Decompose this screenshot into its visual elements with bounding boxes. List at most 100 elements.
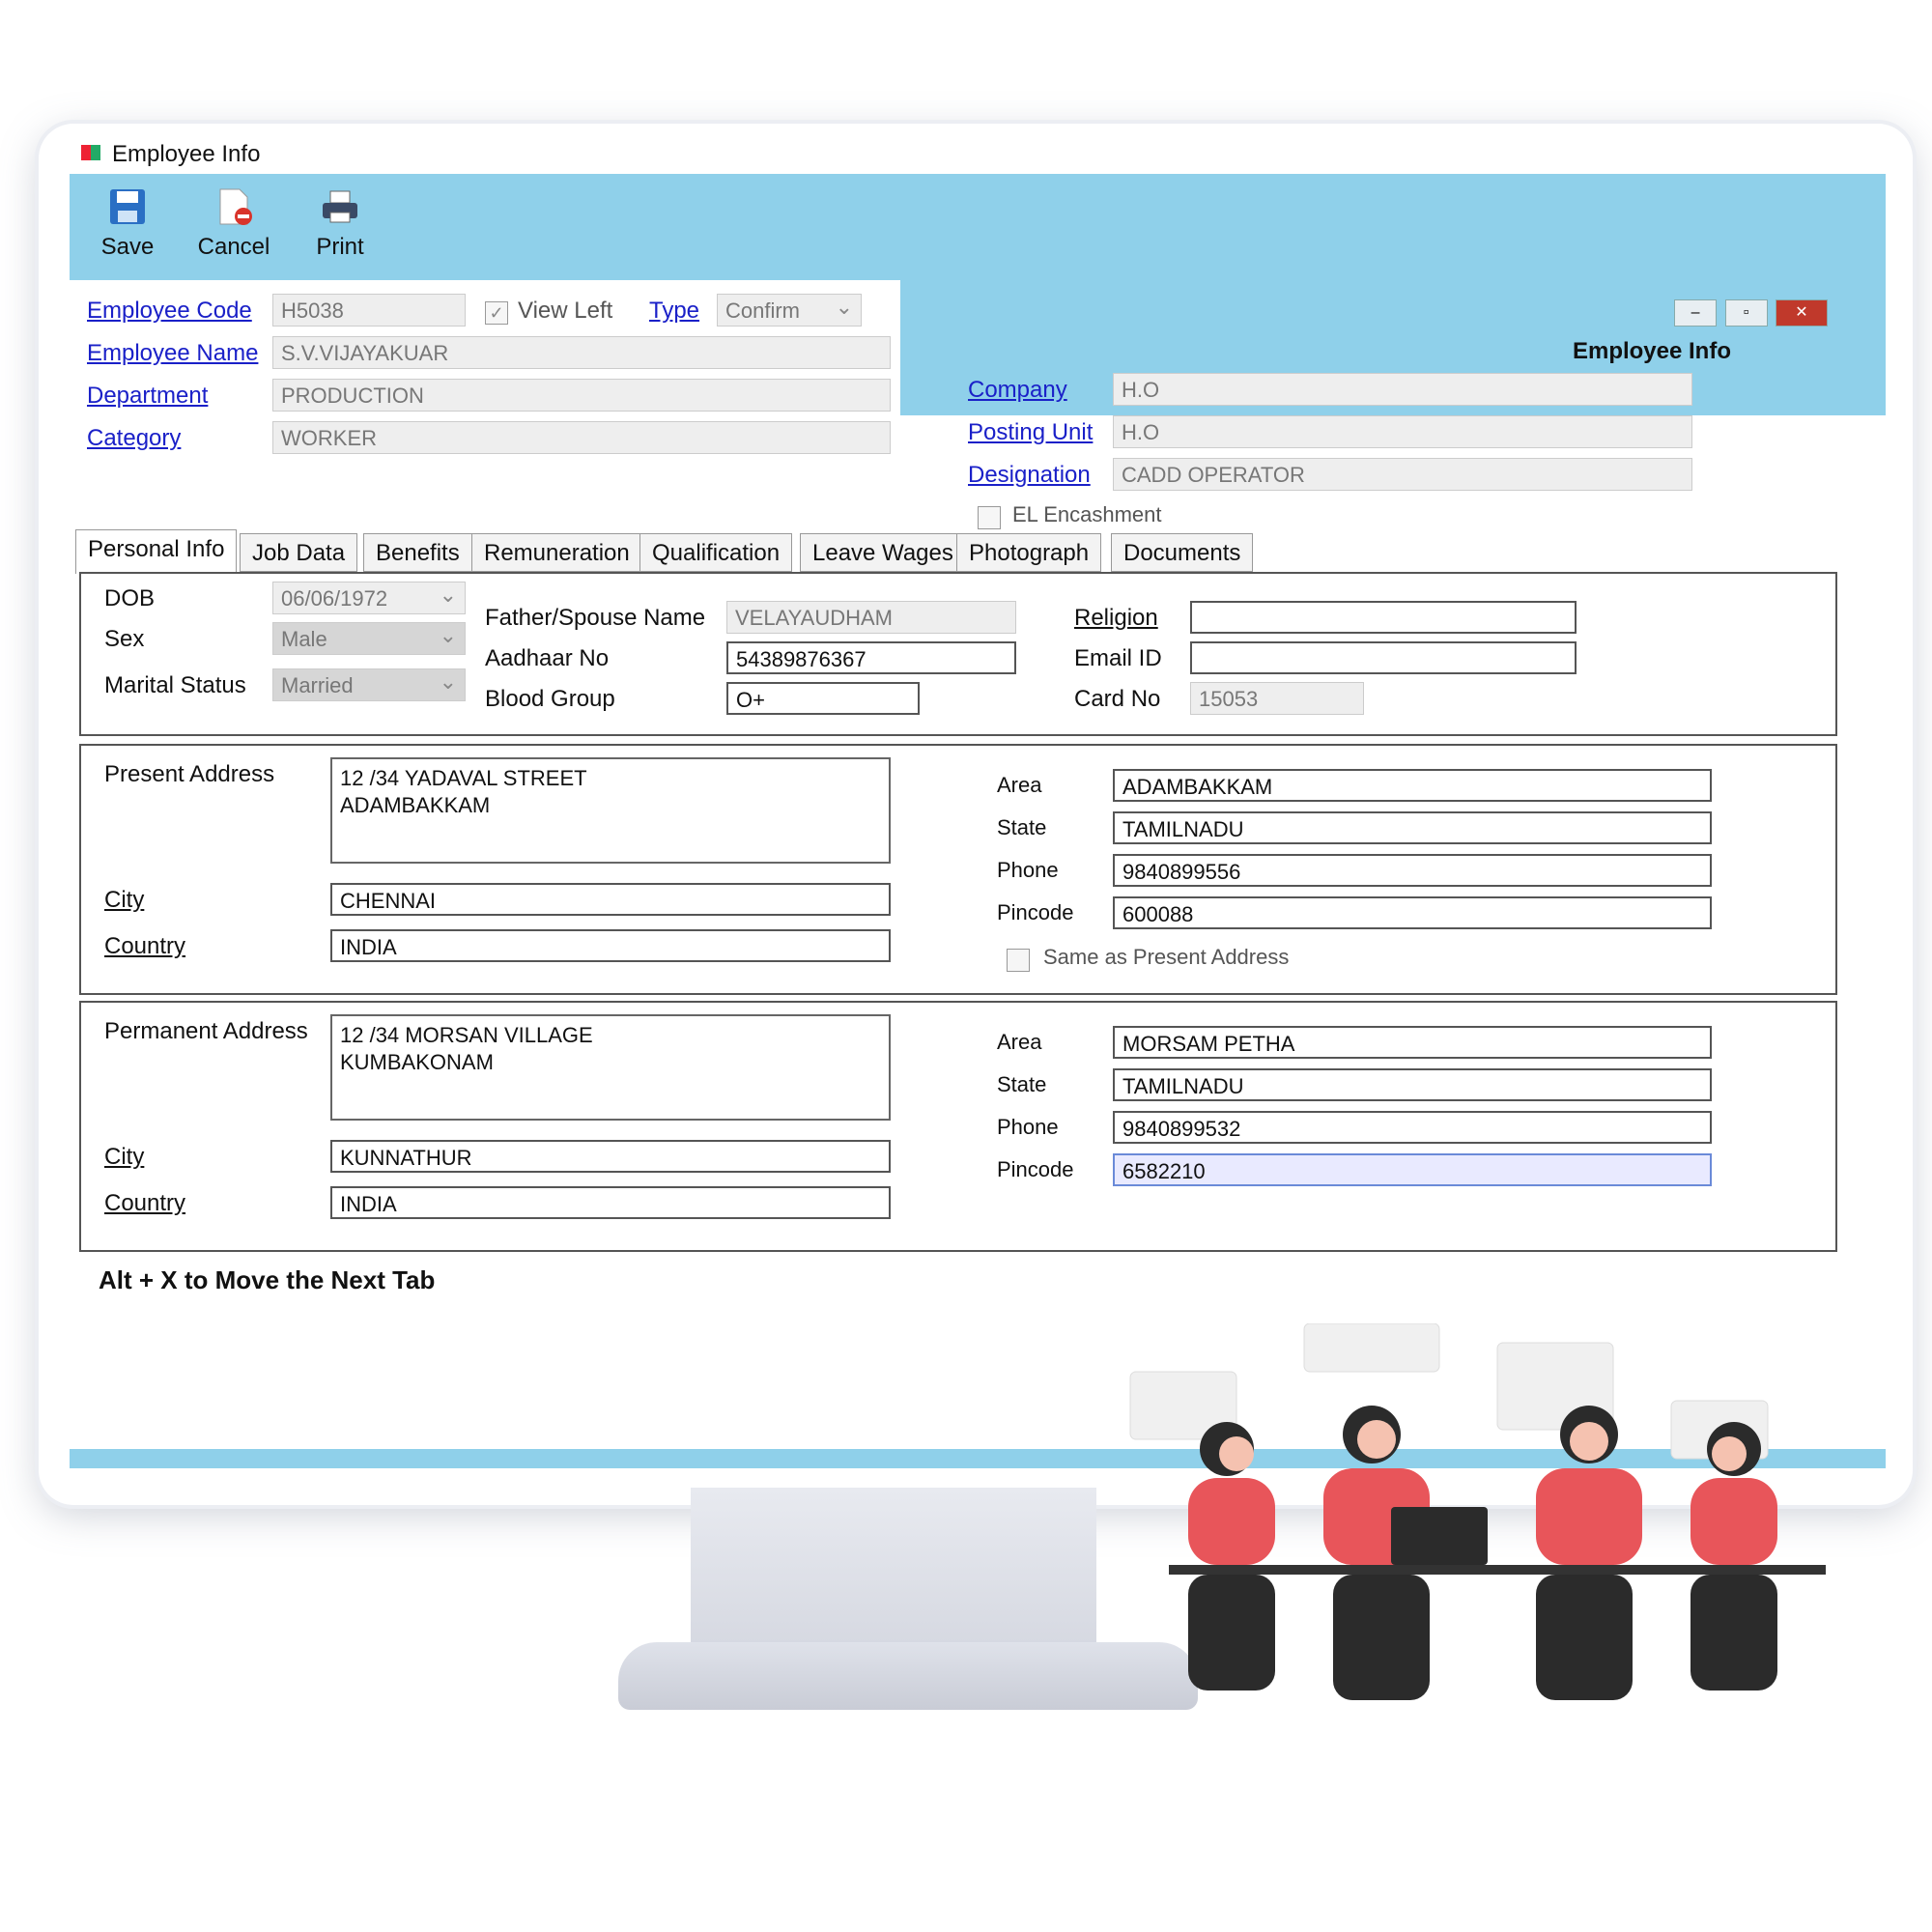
present-address-textarea[interactable]: 12 /34 YADAVAL STREET ADAMBAKKAM (330, 757, 891, 864)
permanent-phone-label: Phone (997, 1115, 1059, 1139)
religion-label: Religion (1074, 605, 1158, 631)
card-no-label: Card No (1074, 686, 1161, 712)
permanent-address-line2: KUMBAKONAM (340, 1050, 494, 1074)
aadhaar-label: Aadhaar No (485, 645, 610, 671)
tab-documents[interactable]: Documents (1111, 533, 1254, 572)
present-phone-field[interactable]: 9840899556 (1113, 854, 1712, 887)
type-link[interactable]: Type (649, 298, 699, 325)
permanent-area-field[interactable]: MORSAM PETHA (1113, 1026, 1712, 1059)
present-area-label: Area (997, 773, 1042, 797)
present-address-line1: 12 /34 YADAVAL STREET (340, 766, 587, 790)
team-illustration (1129, 1323, 1826, 1700)
permanent-country-field[interactable]: INDIA (330, 1186, 891, 1219)
permanent-address-label: Permanent Address (104, 1018, 308, 1044)
dob-label: DOB (104, 585, 156, 611)
toolbar: Save Cancel Print (70, 174, 1886, 280)
permanent-state-label: State (997, 1072, 1047, 1096)
blood-group-label: Blood Group (485, 686, 615, 712)
view-left-checkbox[interactable]: ✓ (485, 301, 508, 325)
save-button[interactable]: Save (79, 185, 176, 261)
religion-field[interactable] (1190, 601, 1577, 634)
print-label: Print (316, 234, 364, 260)
tab-leave-wages[interactable]: Leave Wages (800, 533, 966, 572)
el-encashment-label: EL Encashment (1012, 502, 1162, 526)
sex-label: Sex (104, 626, 145, 652)
permanent-address-line1: 12 /34 MORSAN VILLAGE (340, 1023, 593, 1047)
permanent-country-label: Country (104, 1190, 186, 1216)
posting-unit-link[interactable]: Posting Unit (968, 419, 1093, 446)
present-address-line2: ADAMBAKKAM (340, 793, 491, 817)
permanent-phone-field[interactable]: 9840899532 (1113, 1111, 1712, 1144)
permanent-pincode-field[interactable]: 6582210 (1113, 1153, 1712, 1186)
keyboard-hint: Alt + X to Move the Next Tab (99, 1265, 436, 1294)
tab-qualification[interactable]: Qualification (639, 533, 793, 572)
present-pincode-field[interactable]: 600088 (1113, 896, 1712, 929)
employee-code-field[interactable]: H5038 (272, 294, 466, 327)
save-icon (110, 189, 145, 224)
tab-photograph[interactable]: Photograph (956, 533, 1102, 572)
print-button[interactable]: Print (292, 185, 388, 261)
email-label: Email ID (1074, 645, 1162, 671)
sex-select[interactable]: Male (272, 622, 466, 655)
cancel-button[interactable]: Cancel (185, 185, 282, 261)
el-encashment-checkbox[interactable] (978, 506, 1001, 529)
company-field[interactable]: H.O (1113, 373, 1692, 406)
employee-code-link[interactable]: Employee Code (87, 298, 252, 325)
tab-personal-info[interactable]: Personal Info (75, 529, 238, 574)
close-button[interactable]: ✕ (1776, 299, 1828, 327)
present-phone-label: Phone (997, 858, 1059, 882)
view-left-label: View Left (518, 298, 613, 324)
app-icon (81, 145, 100, 160)
present-country-field[interactable]: INDIA (330, 929, 891, 962)
father-spouse-field[interactable]: VELAYAUDHAM (726, 601, 1016, 634)
tab-benefits[interactable]: Benefits (363, 533, 472, 572)
category-link[interactable]: Category (87, 425, 181, 452)
permanent-city-field[interactable]: KUNNATHUR (330, 1140, 891, 1173)
present-city-label: City (104, 887, 145, 913)
department-field[interactable]: PRODUCTION (272, 379, 891, 412)
same-as-present-label: Same as Present Address (1043, 945, 1290, 969)
permanent-state-field[interactable]: TAMILNADU (1113, 1068, 1712, 1101)
father-spouse-label: Father/Spouse Name (485, 605, 706, 631)
present-pincode-label: Pincode (997, 900, 1074, 924)
same-as-present-checkbox[interactable] (1007, 949, 1030, 972)
present-area-field[interactable]: ADAMBAKKAM (1113, 769, 1712, 802)
category-field[interactable]: WORKER (272, 421, 891, 454)
dob-picker[interactable]: 06/06/1972 (272, 582, 466, 614)
tab-job-data[interactable]: Job Data (240, 533, 358, 572)
window-controls: – ▫ ✕ (1670, 299, 1828, 327)
title-bar: Employee Info (70, 135, 1886, 174)
permanent-pincode-label: Pincode (997, 1157, 1074, 1181)
present-state-label: State (997, 815, 1047, 839)
email-field[interactable] (1190, 641, 1577, 674)
minimize-button[interactable]: – (1674, 299, 1718, 327)
employee-name-link[interactable]: Employee Name (87, 340, 258, 367)
blood-group-field[interactable]: O+ (726, 682, 920, 715)
posting-unit-field[interactable]: H.O (1113, 415, 1692, 448)
cancel-label: Cancel (197, 234, 270, 260)
permanent-city-label: City (104, 1144, 145, 1170)
marital-status-label: Marital Status (104, 672, 246, 698)
department-link[interactable]: Department (87, 383, 208, 410)
present-city-field[interactable]: CHENNAI (330, 883, 891, 916)
card-no-field[interactable]: 15053 (1190, 682, 1364, 715)
permanent-address-textarea[interactable]: 12 /34 MORSAN VILLAGE KUMBAKONAM (330, 1014, 891, 1121)
printer-icon (323, 190, 357, 223)
window-title: Employee Info (112, 141, 261, 167)
maximize-button[interactable]: ▫ (1724, 299, 1768, 327)
employee-name-field[interactable]: S.V.VIJAYAKUAR (272, 336, 891, 369)
marital-status-select[interactable]: Married (272, 668, 466, 701)
present-address-label: Present Address (104, 761, 275, 787)
type-select[interactable]: Confirm (717, 294, 862, 327)
permanent-area-label: Area (997, 1030, 1042, 1054)
designation-field[interactable]: CADD OPERATOR (1113, 458, 1692, 491)
app-window: Employee Info Save Cancel Print – ▫ ✕ Em… (70, 135, 1886, 1468)
company-link[interactable]: Company (968, 377, 1067, 404)
present-country-label: Country (104, 933, 186, 959)
window-caption: Employee Info (1572, 338, 1731, 364)
tab-remuneration[interactable]: Remuneration (471, 533, 642, 572)
designation-link[interactable]: Designation (968, 462, 1091, 489)
present-state-field[interactable]: TAMILNADU (1113, 811, 1712, 844)
aadhaar-field[interactable]: 54389876367 (726, 641, 1016, 674)
save-label: Save (100, 234, 155, 260)
